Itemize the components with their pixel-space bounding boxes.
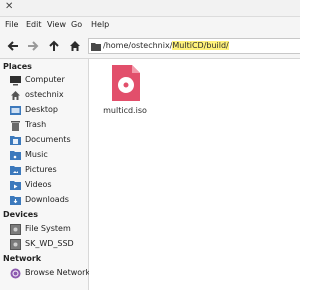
- sidebar-item-label: Videos: [25, 180, 52, 189]
- home-icon: [70, 41, 80, 51]
- sidebar-item-label: Documents: [25, 135, 71, 144]
- file-item-multicd-iso[interactable]: multicd.iso: [99, 63, 151, 119]
- network-icon: [10, 268, 21, 279]
- sidebar-item-browse-network[interactable]: Browse Network: [0, 266, 91, 281]
- trash-icon: [11, 121, 20, 131]
- sidebar-item-desktop[interactable]: Desktop: [0, 103, 88, 118]
- drive-icon: [10, 239, 21, 250]
- desktop-folder-icon: [10, 106, 21, 115]
- network-header: Network: [3, 254, 42, 263]
- back-button[interactable]: [4, 37, 22, 55]
- menu-bar: File Edit View Go Help: [0, 17, 300, 34]
- computer-icon: [10, 76, 21, 86]
- sidebar: Places Computer ostechnix Desktop Trash …: [0, 59, 91, 290]
- sidebar-item-music[interactable]: Music: [0, 148, 88, 163]
- sidebar-item-home[interactable]: ostechnix: [0, 88, 88, 103]
- sidebar-item-label: Downloads: [25, 195, 69, 204]
- sidebar-item-label: File System: [25, 224, 71, 233]
- file-view: multicd.iso: [89, 59, 300, 290]
- forward-button[interactable]: [24, 37, 42, 55]
- sidebar-item-trash[interactable]: Trash: [0, 118, 88, 133]
- location-bar[interactable]: /home/ostechnix/MultiCD/build/: [88, 38, 300, 54]
- title-bar: ✕: [0, 0, 300, 17]
- sidebar-item-label: SK_WD_SSD: [25, 239, 74, 248]
- file-name: multicd.iso: [103, 106, 147, 115]
- sidebar-item-sk-wd-ssd[interactable]: SK_WD_SSD: [0, 237, 88, 252]
- menu-help[interactable]: Help: [91, 20, 109, 29]
- videos-folder-icon: [10, 181, 21, 190]
- pictures-folder-icon: [10, 166, 21, 175]
- toolbar: /home/ostechnix/MultiCD/build/: [0, 34, 300, 59]
- sidebar-item-documents[interactable]: Documents: [0, 133, 88, 148]
- sidebar-item-downloads[interactable]: Downloads: [0, 193, 88, 208]
- home-icon: [11, 91, 20, 100]
- sidebar-item-label: Computer: [25, 75, 65, 84]
- location-path: /home/ostechnix/MultiCD/build/: [103, 41, 229, 50]
- sidebar-item-label: Desktop: [25, 105, 58, 114]
- back-arrow-icon: [7, 41, 18, 51]
- sidebar-item-label: ostechnix: [25, 90, 64, 99]
- sidebar-item-label: Browse Network: [25, 268, 91, 277]
- sidebar-item-videos[interactable]: Videos: [0, 178, 88, 193]
- places-header: Places: [3, 62, 32, 71]
- menu-view[interactable]: View: [47, 20, 66, 29]
- sidebar-item-label: Pictures: [25, 165, 57, 174]
- forward-arrow-icon: [28, 41, 39, 51]
- sidebar-item-file-system[interactable]: File System: [0, 222, 88, 237]
- documents-folder-icon: [10, 136, 21, 145]
- downloads-folder-icon: [10, 196, 21, 205]
- up-button[interactable]: [45, 37, 63, 55]
- close-icon[interactable]: ✕: [5, 1, 13, 12]
- menu-edit[interactable]: Edit: [26, 20, 42, 29]
- music-folder-icon: [10, 151, 21, 160]
- sidebar-item-label: Trash: [25, 120, 47, 129]
- menu-go[interactable]: Go: [71, 20, 82, 29]
- menu-file[interactable]: File: [5, 20, 18, 29]
- sidebar-item-computer[interactable]: Computer: [0, 73, 88, 88]
- home-button[interactable]: [66, 37, 84, 55]
- sidebar-item-pictures[interactable]: Pictures: [0, 163, 88, 178]
- up-arrow-icon: [49, 40, 59, 51]
- disc-image-icon: [112, 65, 140, 101]
- devices-header: Devices: [3, 210, 38, 219]
- drive-icon: [10, 224, 21, 235]
- sidebar-item-label: Music: [25, 150, 48, 159]
- folder-icon: [91, 43, 101, 51]
